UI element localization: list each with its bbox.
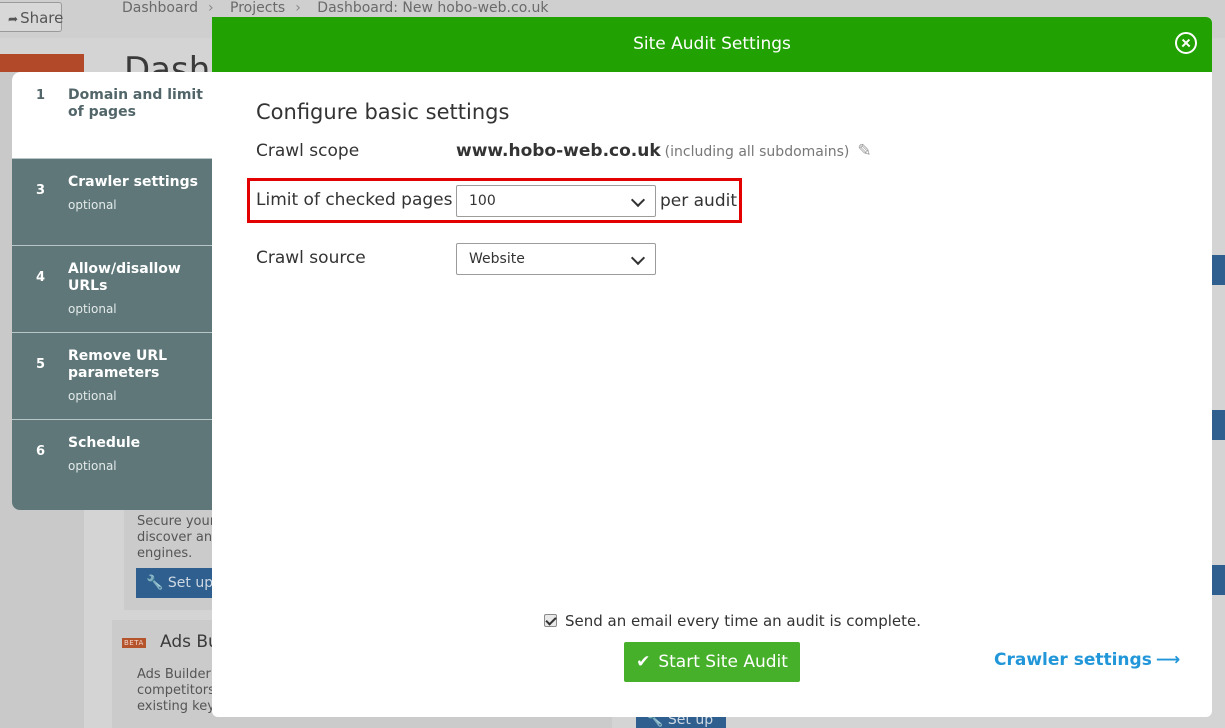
arrow-right-icon: ⟶ — [1155, 650, 1181, 670]
step-optional: optional — [68, 459, 117, 473]
close-icon[interactable] — [1175, 32, 1197, 54]
share-icon: ➦ — [8, 12, 19, 26]
beta-badge: BETA — [122, 638, 146, 648]
step-allow-disallow[interactable]: 4 Allow/disallow URLs optional — [12, 246, 224, 333]
breadcrumb: Dashboard › Projects › Dashboard: New hobo… — [122, 0, 558, 16]
crawl-source-select[interactable]: Website — [456, 243, 656, 275]
chevron-right-icon: › — [295, 0, 301, 16]
step-optional: optional — [68, 302, 117, 316]
chevron-right-icon: › — [207, 0, 214, 16]
step-optional: optional — [68, 389, 117, 403]
card-text-line: Secure your — [137, 514, 216, 529]
limit-label: Limit of checked pages — [256, 190, 453, 210]
ads-builder-title: Ads Bu — [160, 632, 219, 652]
email-notify-row: Send an email every time an audit is com… — [544, 612, 921, 630]
limit-value: 100 — [469, 193, 496, 209]
email-notify-label[interactable]: Send an email every time an audit is com… — [565, 612, 921, 630]
step-label: Remove URL parameters optional — [68, 348, 208, 405]
card-text-line: discover and — [137, 530, 221, 545]
accent-bar — [0, 54, 84, 72]
modal-title: Site Audit Settings — [633, 34, 791, 54]
pencil-icon[interactable]: ✎ — [857, 141, 871, 161]
step-label: Domain and limit of pages — [68, 87, 203, 120]
step-label: Schedule optional — [68, 435, 208, 475]
limit-select[interactable]: 100 — [456, 185, 656, 217]
site-audit-settings-modal: Site Audit Settings Configure basic sett… — [212, 17, 1212, 717]
crawl-source-label: Crawl source — [256, 248, 366, 268]
chevron-down-icon — [630, 250, 646, 266]
step-crawler-settings[interactable]: 3 Crawler settings optional — [12, 159, 224, 246]
step-number: 5 — [36, 357, 46, 372]
start-site-audit-label: Start Site Audit — [658, 652, 788, 672]
card-text-line: engines. — [137, 546, 193, 561]
step-domain-limit[interactable]: 1 Domain and limit of pages — [12, 72, 224, 159]
wizard-steps: 1 Domain and limit of pages 3 Crawler se… — [12, 72, 224, 510]
step-number: 1 — [36, 88, 46, 103]
modal-header: Site Audit Settings — [212, 17, 1212, 72]
setup-button[interactable]: 🔧 Set up — [136, 568, 216, 598]
checkmark-icon: ✔ — [636, 652, 651, 672]
step-schedule[interactable]: 6 Schedule optional — [12, 420, 224, 507]
step-number: 6 — [36, 444, 46, 459]
crawl-scope-label: Crawl scope — [256, 141, 360, 161]
step-number: 4 — [36, 270, 46, 285]
crawl-scope-note: (including all subdomains) — [664, 144, 850, 160]
per-audit-label: per audit — [660, 191, 738, 211]
card-text-line: competitors — [137, 683, 215, 698]
card-text-line: Ads Builder — [137, 667, 211, 682]
breadcrumb-dashboard[interactable]: Dashboard — [122, 0, 198, 16]
crawl-source-value: Website — [469, 251, 525, 267]
section-title: Configure basic settings — [256, 100, 510, 124]
crawler-settings-link[interactable]: Crawler settings ⟶ — [994, 650, 1180, 670]
email-notify-checkbox[interactable] — [544, 614, 557, 627]
step-optional: optional — [68, 198, 117, 212]
step-remove-url-params[interactable]: 5 Remove URL parameters optional — [12, 333, 224, 420]
step-label: Crawler settings optional — [68, 174, 208, 214]
chevron-down-icon — [630, 192, 646, 208]
crawl-scope-domain: www.hobo-web.co.uk — [456, 141, 661, 161]
breadcrumb-projects[interactable]: Projects — [230, 0, 285, 16]
start-site-audit-button[interactable]: ✔ Start Site Audit — [624, 642, 800, 682]
breadcrumb-current: Dashboard: New hobo-web.co.uk — [317, 0, 549, 16]
step-number: 3 — [36, 183, 46, 198]
share-label: Share — [20, 9, 64, 27]
card-text-line: existing key — [137, 699, 215, 714]
step-label: Allow/disallow URLs optional — [68, 261, 208, 318]
crawl-scope-value: www.hobo-web.co.uk (including all subdoma… — [456, 141, 872, 161]
share-button[interactable]: ➦ Share — [0, 2, 64, 32]
crawler-settings-label: Crawler settings — [994, 650, 1152, 670]
